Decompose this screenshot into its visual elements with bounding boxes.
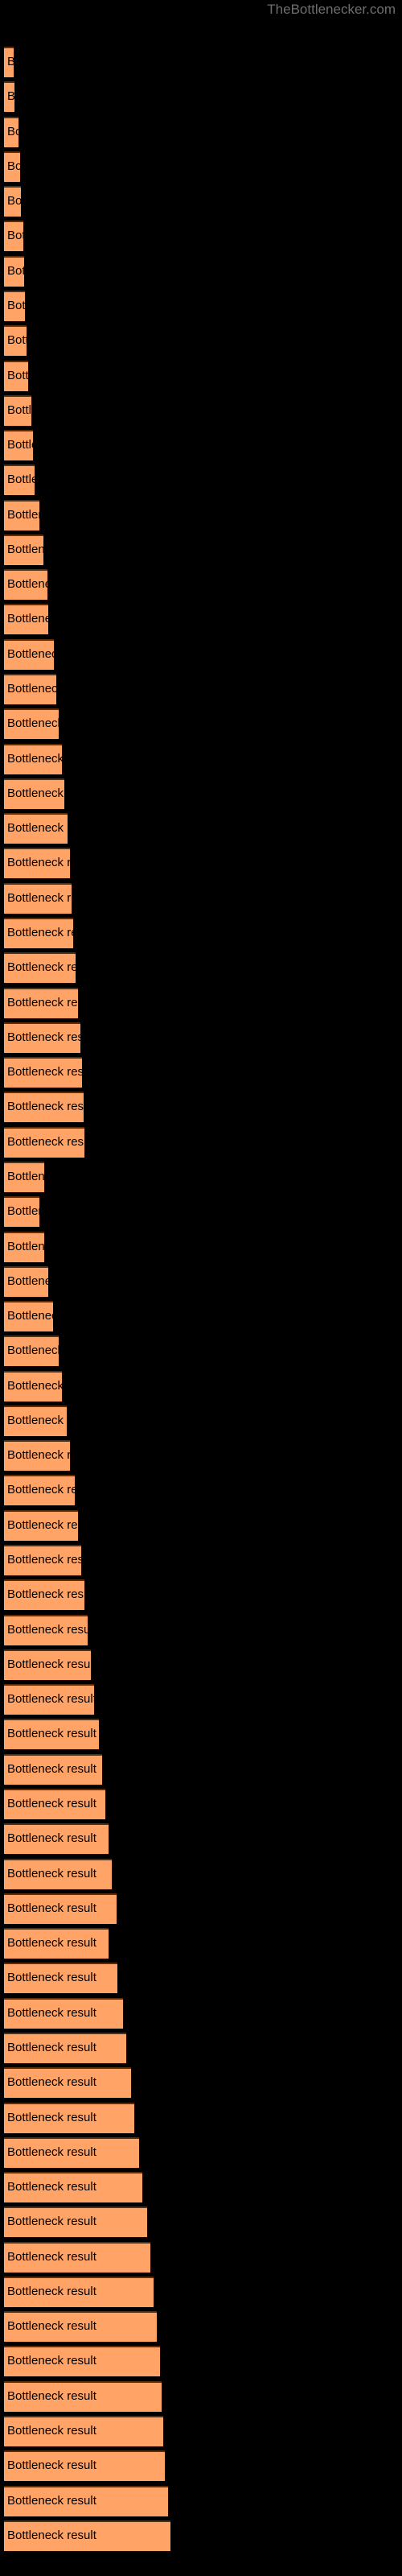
bar-rect: [4, 2416, 163, 2447]
bar-rect: [4, 882, 72, 914]
bar-rect: [4, 1614, 88, 1645]
bar-rect: [4, 325, 27, 357]
bar-rect: [4, 2067, 131, 2099]
bar-rect: [4, 1753, 102, 1785]
bar-rect: [4, 1649, 91, 1680]
bar-rect: [4, 1997, 123, 2029]
chart-page: TheBottlenecker.com Bottleneck resultBot…: [0, 0, 402, 2576]
bar-rect: [4, 674, 56, 705]
bar-rect: [4, 2380, 162, 2412]
bar-rect: [4, 2346, 160, 2377]
bar-rect: [4, 1265, 48, 1297]
bar-rect: [4, 1719, 99, 1750]
bar-rect: [4, 2032, 126, 2063]
bar-rect: [4, 604, 48, 635]
bar-rect: [4, 848, 70, 879]
bar-rect: [4, 2485, 168, 2516]
bar-rect: [4, 743, 62, 774]
bar-rect: [4, 430, 33, 461]
bar-rect: [4, 1440, 70, 1472]
bar-rect: [4, 987, 78, 1018]
bar-rect: [4, 2241, 150, 2273]
bar-rect: [4, 1022, 80, 1053]
bar-rect: [4, 1893, 117, 1924]
bar-rect: [4, 81, 14, 113]
bar-rect: [4, 186, 21, 217]
bar-rect: [4, 1475, 75, 1506]
bar-rect: [4, 1858, 112, 1889]
bar-rect: [4, 1231, 44, 1262]
bar-rect: [4, 2136, 139, 2168]
bar-rect: [4, 255, 24, 287]
bar-rect: [4, 151, 20, 182]
bar-rect: [4, 1335, 59, 1367]
bar-rect: [4, 952, 76, 984]
bar-rect: [4, 1789, 105, 1819]
bar-rect: [4, 778, 64, 809]
bar-rect: [4, 2207, 147, 2238]
bar-rect: [4, 221, 23, 252]
bar-rect: [4, 2450, 165, 2482]
bar-rect: [4, 290, 25, 321]
bar-rect: [4, 1161, 44, 1192]
bar-rect: [4, 1545, 81, 1576]
bar-rect: [4, 2172, 142, 2203]
bar-rect: [4, 360, 28, 391]
bar-rect: [4, 2520, 170, 2551]
bar-rect: [4, 1823, 109, 1855]
bar-rect: [4, 1126, 84, 1158]
bar-rect: [4, 813, 68, 844]
bar-rect: [4, 1301, 53, 1332]
bar-rect: [4, 708, 59, 740]
bar-rect: [4, 1579, 84, 1611]
bar-rect: [4, 116, 18, 147]
bar-rect: [4, 2102, 134, 2133]
bar-rect: [4, 1405, 67, 1436]
bar-rect: [4, 918, 73, 948]
bar-rect: [4, 1057, 82, 1088]
bar-rect: [4, 464, 35, 496]
bar-rect: [4, 1963, 117, 1994]
bar-rect: [4, 47, 14, 77]
bar-rect: [4, 394, 31, 426]
bar-rect: [4, 499, 39, 530]
bar-rect: [4, 1370, 62, 1402]
bar-rect: [4, 2276, 154, 2307]
bar-rect: [4, 1092, 84, 1123]
bar-rect: [4, 1509, 78, 1541]
bar-rect: [4, 2311, 157, 2343]
bar-rect: [4, 638, 54, 670]
bar-rect: [4, 1928, 109, 1959]
bar-rect: [4, 534, 43, 565]
bar-rect: [4, 569, 47, 601]
bar-rect: [4, 1684, 94, 1715]
bar-chart: Bottleneck resultBottleneck resultBottle…: [0, 0, 402, 2576]
bar-rect: [4, 1196, 39, 1228]
